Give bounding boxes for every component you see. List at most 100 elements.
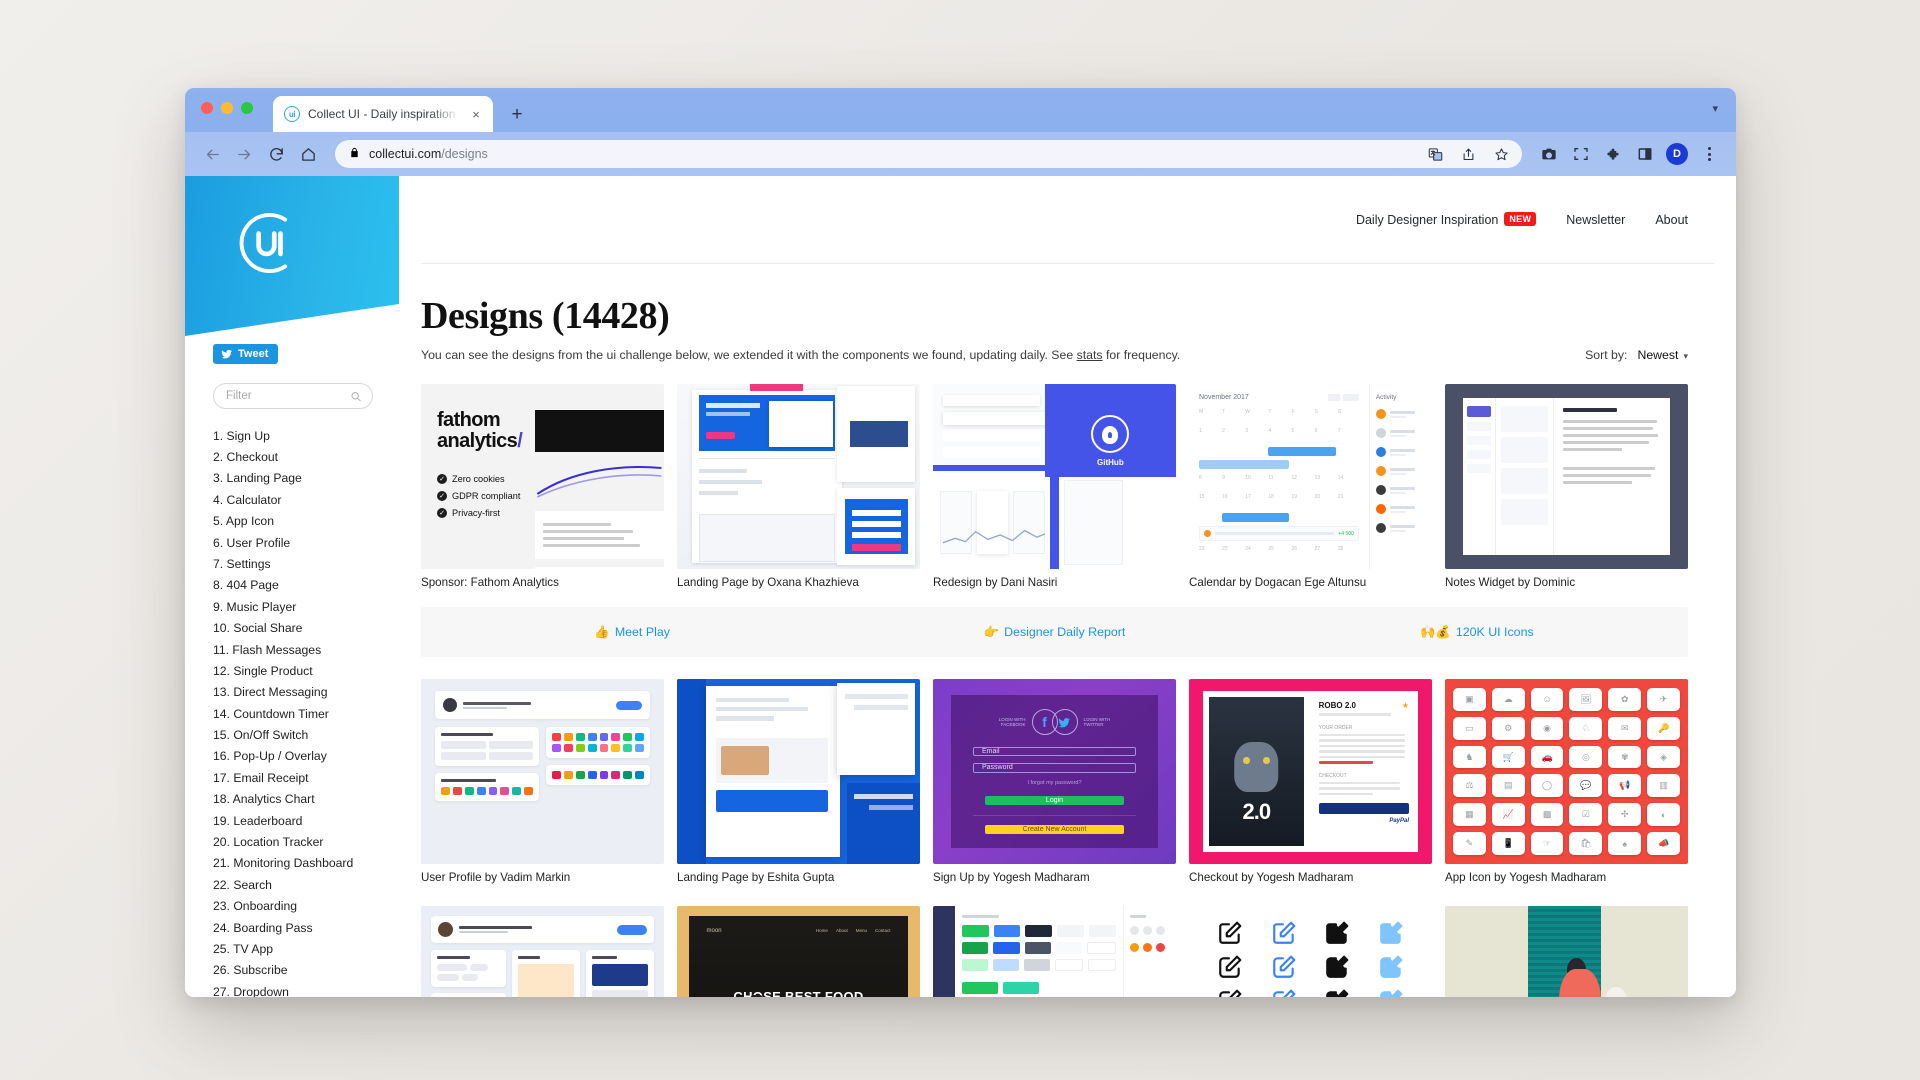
food-nav-item[interactable]: About — [836, 928, 848, 933]
challenge-list-item[interactable]: 19. Leaderboard — [213, 810, 399, 831]
design-card[interactable]: 4 — [421, 906, 664, 997]
design-card[interactable]: Landing Page by Oxana Khazhieva — [677, 384, 920, 589]
back-icon[interactable] — [197, 139, 227, 169]
thumbnail-fathom-analytics[interactable]: fathom analytics/ ✓ Zero cookies ✓ GDPR co… — [421, 384, 664, 569]
thumbnail-notes-widget-dominic[interactable] — [1445, 384, 1688, 569]
challenge-list-item[interactable]: 20. Location Tracker — [213, 831, 399, 852]
twitter-icon[interactable] — [1051, 709, 1078, 735]
kebab-menu-icon[interactable] — [1694, 139, 1724, 169]
design-card[interactable]: Landing Page by Eshita Gupta — [677, 679, 920, 884]
filter-search-box[interactable] — [213, 383, 373, 409]
design-card[interactable] — [1189, 906, 1432, 997]
side-panel-icon[interactable] — [1630, 139, 1660, 169]
challenge-list-item[interactable]: 17. Email Receipt — [213, 767, 399, 788]
design-card[interactable]: November 2017 MTWTFSS 1234567 8 9 10 11 … — [1189, 384, 1432, 589]
design-card[interactable]: LOGIN WITH FACEBOOK f LOGIN WITH TWITTER… — [933, 679, 1176, 884]
screen-capture-icon[interactable] — [1566, 139, 1596, 169]
minimize-window-button[interactable] — [221, 102, 233, 114]
thumbnail-calendar-dogacan[interactable]: November 2017 MTWTFSS 1234567 8 9 10 11 … — [1189, 384, 1432, 569]
challenge-list-item[interactable]: 1. Sign Up — [213, 425, 399, 446]
password-field[interactable]: Password — [973, 763, 1136, 773]
challenge-list-item[interactable]: 16. Pop-Up / Overlay — [213, 746, 399, 767]
challenge-list-item[interactable]: 27. Dropdown — [213, 981, 399, 997]
design-card[interactable]: Notes Widget by Dominic — [1445, 384, 1688, 589]
challenge-list-item[interactable]: 15. On/Off Switch — [213, 724, 399, 745]
food-nav-item[interactable]: Contact — [875, 928, 891, 933]
thumbnail-balcony-illustration[interactable] — [1445, 906, 1688, 997]
camera-icon[interactable] — [1534, 139, 1564, 169]
home-icon[interactable] — [293, 139, 323, 169]
design-card[interactable]: fathom analytics/ ✓ Zero cookies ✓ GDPR co… — [421, 384, 664, 589]
make-payment-button[interactable] — [1318, 803, 1409, 814]
thumbnail-sign-up-yogesh[interactable]: LOGIN WITH FACEBOOK f LOGIN WITH TWITTER… — [933, 679, 1176, 864]
design-card[interactable] — [1445, 906, 1688, 997]
close-window-button[interactable] — [201, 102, 213, 114]
promo-link-120k-ui-icons[interactable]: 🙌💰 120K UI Icons — [1266, 625, 1688, 640]
thumbnail-chose-best-food[interactable]: moon Home About Menu Contact CHOSE BEST … — [677, 906, 920, 997]
sort-control[interactable]: Sort by: Newest ▾ — [1585, 348, 1688, 362]
design-card[interactable] — [933, 906, 1176, 997]
thumbnail-user-profile-vadim[interactable] — [421, 679, 664, 864]
reload-icon[interactable] — [261, 139, 291, 169]
translate-icon[interactable] — [1420, 139, 1450, 169]
design-card[interactable]: moon Home About Menu Contact CHOSE BEST … — [677, 906, 920, 997]
challenge-list-item[interactable]: 3. Landing Page — [213, 468, 399, 489]
promo-link-meet-play[interactable]: 👍 Meet Play — [421, 625, 843, 640]
challenge-list-item[interactable]: 24. Boarding Pass — [213, 917, 399, 938]
extensions-puzzle-icon[interactable] — [1598, 139, 1628, 169]
thumbnail-checkout-yogesh[interactable]: 2.0 ROBO 2.0 ★ YOUR ORDER CHECKOUT PayPa… — [1189, 679, 1432, 864]
challenge-list-item[interactable]: 10. Social Share — [213, 618, 399, 639]
profile-avatar[interactable]: D — [1662, 139, 1692, 169]
share-icon[interactable] — [1453, 139, 1483, 169]
challenge-list-item[interactable]: 13. Direct Messaging — [213, 682, 399, 703]
promo-link-designer-daily-report[interactable]: 👉 Designer Daily Report — [843, 625, 1265, 640]
challenge-list-item[interactable]: 25. TV App — [213, 938, 399, 959]
food-nav-item[interactable]: Menu — [856, 928, 867, 933]
thumbnail-redesign-dani-nasiri[interactable]: GitHub — [933, 384, 1176, 569]
tab-list-chevron-down-icon[interactable]: ▾ — [1712, 102, 1718, 115]
challenge-list-item[interactable]: 12. Single Product — [213, 660, 399, 681]
design-card[interactable]: GitHub Redesign by Dani Nasiri — [933, 384, 1176, 589]
thumbnail-dashboard-cards[interactable]: 4 — [421, 906, 664, 997]
thumbnail-app-icon-yogesh[interactable]: ▣ ☁ ☺ 🖼 ✿ ✈ ▭ ⚙ ◉ ♘ ✉ 🔑 ♞ 🛒 🚗 ◎ ✾ ◈ ⚖ ▤ ◯ 💬 📢 ▥ ▦ 📈 ▩ ☑ ✣ ◐ ✎ 📱 ☞ 🛍 ♠ 📣 — [1445, 679, 1688, 864]
nav-newsletter[interactable]: Newsletter — [1566, 213, 1625, 227]
forgot-password-link[interactable]: I forgot my password? — [1027, 780, 1081, 786]
maximize-window-button[interactable] — [241, 102, 253, 114]
food-nav-item[interactable]: Home — [816, 928, 828, 933]
thumbnail-landing-page-oxana[interactable] — [677, 384, 920, 569]
design-card[interactable]: User Profile by Vadim Markin — [421, 679, 664, 884]
challenge-list-item[interactable]: 22. Search — [213, 874, 399, 895]
design-card[interactable]: ▣ ☁ ☺ 🖼 ✿ ✈ ▭ ⚙ ◉ ♘ ✉ 🔑 ♞ 🛒 🚗 ◎ ✾ ◈ ⚖ ▤ ◯ 💬 📢 ▥ ▦ 📈 ▩ ☑ ✣ ◐ ✎ 📱 ☞ 🛍 ♠ 📣 App… — [1445, 679, 1688, 884]
challenge-list-item[interactable]: 2. Checkout — [213, 446, 399, 467]
challenge-list-item[interactable]: 11. Flash Messages — [213, 639, 399, 660]
new-tab-button[interactable]: + — [503, 100, 531, 128]
design-card[interactable]: 2.0 ROBO 2.0 ★ YOUR ORDER CHECKOUT PayPa… — [1189, 679, 1432, 884]
thumbnail-landing-page-eshita[interactable] — [677, 679, 920, 864]
filter-input[interactable] — [224, 389, 351, 403]
nav-daily-designer-inspiration[interactable]: Daily Designer Inspiration NEW — [1356, 212, 1537, 227]
challenge-list-item[interactable]: 4. Calculator — [213, 489, 399, 510]
challenge-list-item[interactable]: 5. App Icon — [213, 511, 399, 532]
challenge-list-item[interactable]: 26. Subscribe — [213, 960, 399, 981]
email-field[interactable]: Email — [973, 747, 1136, 757]
create-account-button[interactable]: Create New Account — [985, 825, 1124, 834]
stats-link[interactable]: stats — [1077, 348, 1103, 362]
social-login-row[interactable]: LOGIN WITH FACEBOOK f LOGIN WITH TWITTER — [996, 709, 1114, 735]
challenge-list-item[interactable]: 6. User Profile — [213, 532, 399, 553]
tweet-button[interactable]: Tweet — [213, 344, 279, 364]
close-tab-icon[interactable]: × — [468, 106, 484, 122]
window-controls[interactable] — [201, 102, 253, 114]
thumbnail-style-guide[interactable] — [933, 906, 1176, 997]
bookmark-star-icon[interactable] — [1486, 139, 1516, 169]
nav-about[interactable]: About — [1655, 213, 1688, 227]
login-button[interactable]: Login — [985, 795, 1124, 805]
challenge-list-item[interactable]: 7. Settings — [213, 553, 399, 574]
challenge-list-item[interactable]: 9. Music Player — [213, 596, 399, 617]
challenge-list-item[interactable]: 21. Monitoring Dashboard — [213, 853, 399, 874]
challenge-list-item[interactable]: 14. Countdown Timer — [213, 703, 399, 724]
browser-tab-active[interactable]: ui Collect UI - Daily inspiration co × — [273, 96, 493, 132]
challenge-list-item[interactable]: 8. 404 Page — [213, 575, 399, 596]
forward-icon[interactable] — [229, 139, 259, 169]
address-bar[interactable]: collectui.com/designs — [335, 140, 1522, 168]
challenge-list-item[interactable]: 23. Onboarding — [213, 896, 399, 917]
